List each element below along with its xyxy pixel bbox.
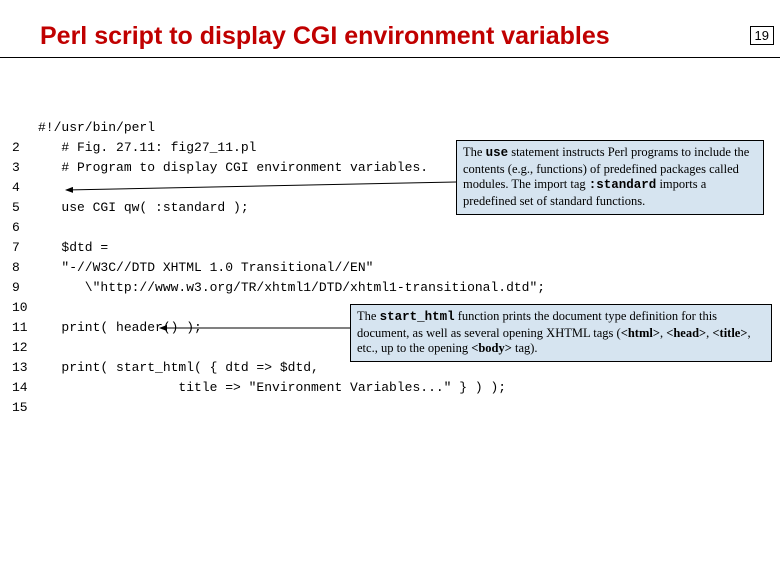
page-title: Perl script to display CGI environment v… <box>40 22 780 51</box>
line-number: 9 <box>12 278 38 298</box>
code-line: # Fig. 27.11: fig27_11.pl <box>38 138 256 158</box>
callout-start-html: The start_html function prints the docum… <box>350 304 772 362</box>
line-number: 12 <box>12 338 38 358</box>
keyword-standard: :standard <box>589 178 657 192</box>
line-number: 4 <box>12 178 38 198</box>
line-number: 2 <box>12 138 38 158</box>
line-number: 3 <box>12 158 38 178</box>
line-number: 15 <box>12 398 38 418</box>
keyword-use: use <box>486 146 509 160</box>
line-number: 10 <box>12 298 38 318</box>
tag-head: <head> <box>666 326 706 340</box>
keyword-start-html: start_html <box>380 310 455 324</box>
code-line: # Program to display CGI environment var… <box>38 158 428 178</box>
code-line: "-//W3C//DTD XHTML 1.0 Transitional//EN" <box>38 258 373 278</box>
line-number: 5 <box>12 198 38 218</box>
line-number: 14 <box>12 378 38 398</box>
line-number: 7 <box>12 238 38 258</box>
code-line: $dtd = <box>38 238 108 258</box>
code-line: title => "Environment Variables..." } ) … <box>38 378 506 398</box>
line-number: 6 <box>12 218 38 238</box>
line-number: 8 <box>12 258 38 278</box>
tag-body: <body> <box>471 341 512 355</box>
code-line: print( header() ); <box>38 318 202 338</box>
slide-number: 19 <box>750 26 774 45</box>
line-number: 13 <box>12 358 38 378</box>
title-rule <box>0 57 780 58</box>
code-shebang: #!/usr/bin/perl <box>38 118 155 138</box>
code-line: \"http://www.w3.org/TR/xhtml1/DTD/xhtml1… <box>38 278 545 298</box>
code-line: print( start_html( { dtd => $dtd, <box>38 358 319 378</box>
callout-use-statement: The use statement instructs Perl program… <box>456 140 764 215</box>
tag-title: <title> <box>712 326 747 340</box>
line-number: 11 <box>12 318 38 338</box>
tag-html: <html> <box>621 326 660 340</box>
code-line: use CGI qw( :standard ); <box>38 198 249 218</box>
